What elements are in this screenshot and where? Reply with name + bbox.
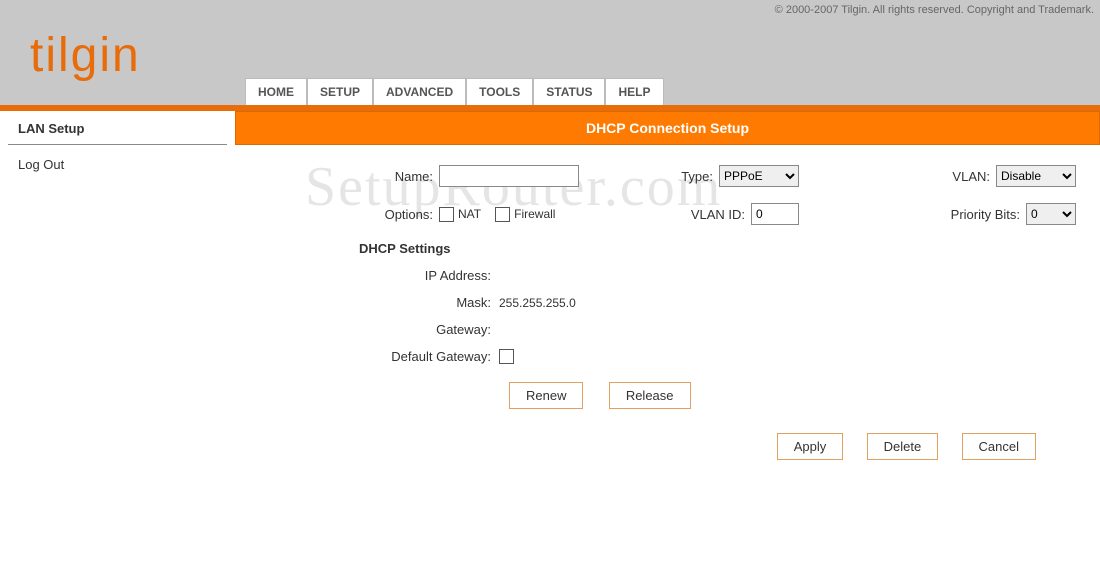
options-label: Options: <box>385 207 439 222</box>
nav-home[interactable]: HOME <box>245 78 307 105</box>
sidebar: LAN Setup Log Out <box>0 111 235 470</box>
nat-label: NAT <box>458 207 481 221</box>
default-gateway-label: Default Gateway: <box>359 349 499 364</box>
copyright-text: © 2000-2007 Tilgin. All rights reserved.… <box>775 4 1094 16</box>
main-panel: DHCP Connection Setup SetupRouter.com Na… <box>235 111 1100 470</box>
vlan-id-input[interactable] <box>751 203 799 225</box>
apply-button[interactable]: Apply <box>777 433 844 460</box>
priority-bits-label: Priority Bits: <box>951 207 1026 222</box>
panel-title: DHCP Connection Setup <box>235 111 1100 145</box>
logo: tilgin <box>30 28 141 83</box>
type-label: Type: <box>681 169 719 184</box>
dhcp-heading: DHCP Settings <box>359 241 1076 256</box>
nav-advanced[interactable]: ADVANCED <box>373 78 466 105</box>
type-select[interactable]: PPPoE <box>719 165 799 187</box>
renew-button[interactable]: Renew <box>509 382 583 409</box>
nav-setup[interactable]: SETUP <box>307 78 373 105</box>
mask-value: 255.255.255.0 <box>499 296 576 310</box>
ip-address-label: IP Address: <box>359 268 499 283</box>
dhcp-settings-block: DHCP Settings IP Address: Mask: 255.255.… <box>359 241 1076 409</box>
vlan-select[interactable]: Disable <box>996 165 1076 187</box>
firewall-checkbox[interactable] <box>495 207 510 222</box>
vlan-id-label: VLAN ID: <box>691 207 751 222</box>
sidebar-section-title: LAN Setup <box>8 111 227 145</box>
cancel-button[interactable]: Cancel <box>962 433 1036 460</box>
gateway-label: Gateway: <box>359 322 499 337</box>
nav-help[interactable]: HELP <box>605 78 663 105</box>
mask-label: Mask: <box>359 295 499 310</box>
delete-button[interactable]: Delete <box>867 433 939 460</box>
priority-bits-select[interactable]: 0 <box>1026 203 1076 225</box>
name-label: Name: <box>395 169 439 184</box>
nat-checkbox[interactable] <box>439 207 454 222</box>
sidebar-logout[interactable]: Log Out <box>0 145 235 184</box>
vlan-label: VLAN: <box>952 169 996 184</box>
nav-tools[interactable]: TOOLS <box>466 78 533 105</box>
nav-status[interactable]: STATUS <box>533 78 605 105</box>
firewall-label: Firewall <box>514 207 555 221</box>
header-bar: © 2000-2007 Tilgin. All rights reserved.… <box>0 0 1100 105</box>
release-button[interactable]: Release <box>609 382 691 409</box>
name-input[interactable] <box>439 165 579 187</box>
main-nav: HOME SETUP ADVANCED TOOLS STATUS HELP <box>245 78 664 105</box>
default-gateway-checkbox[interactable] <box>499 349 514 364</box>
